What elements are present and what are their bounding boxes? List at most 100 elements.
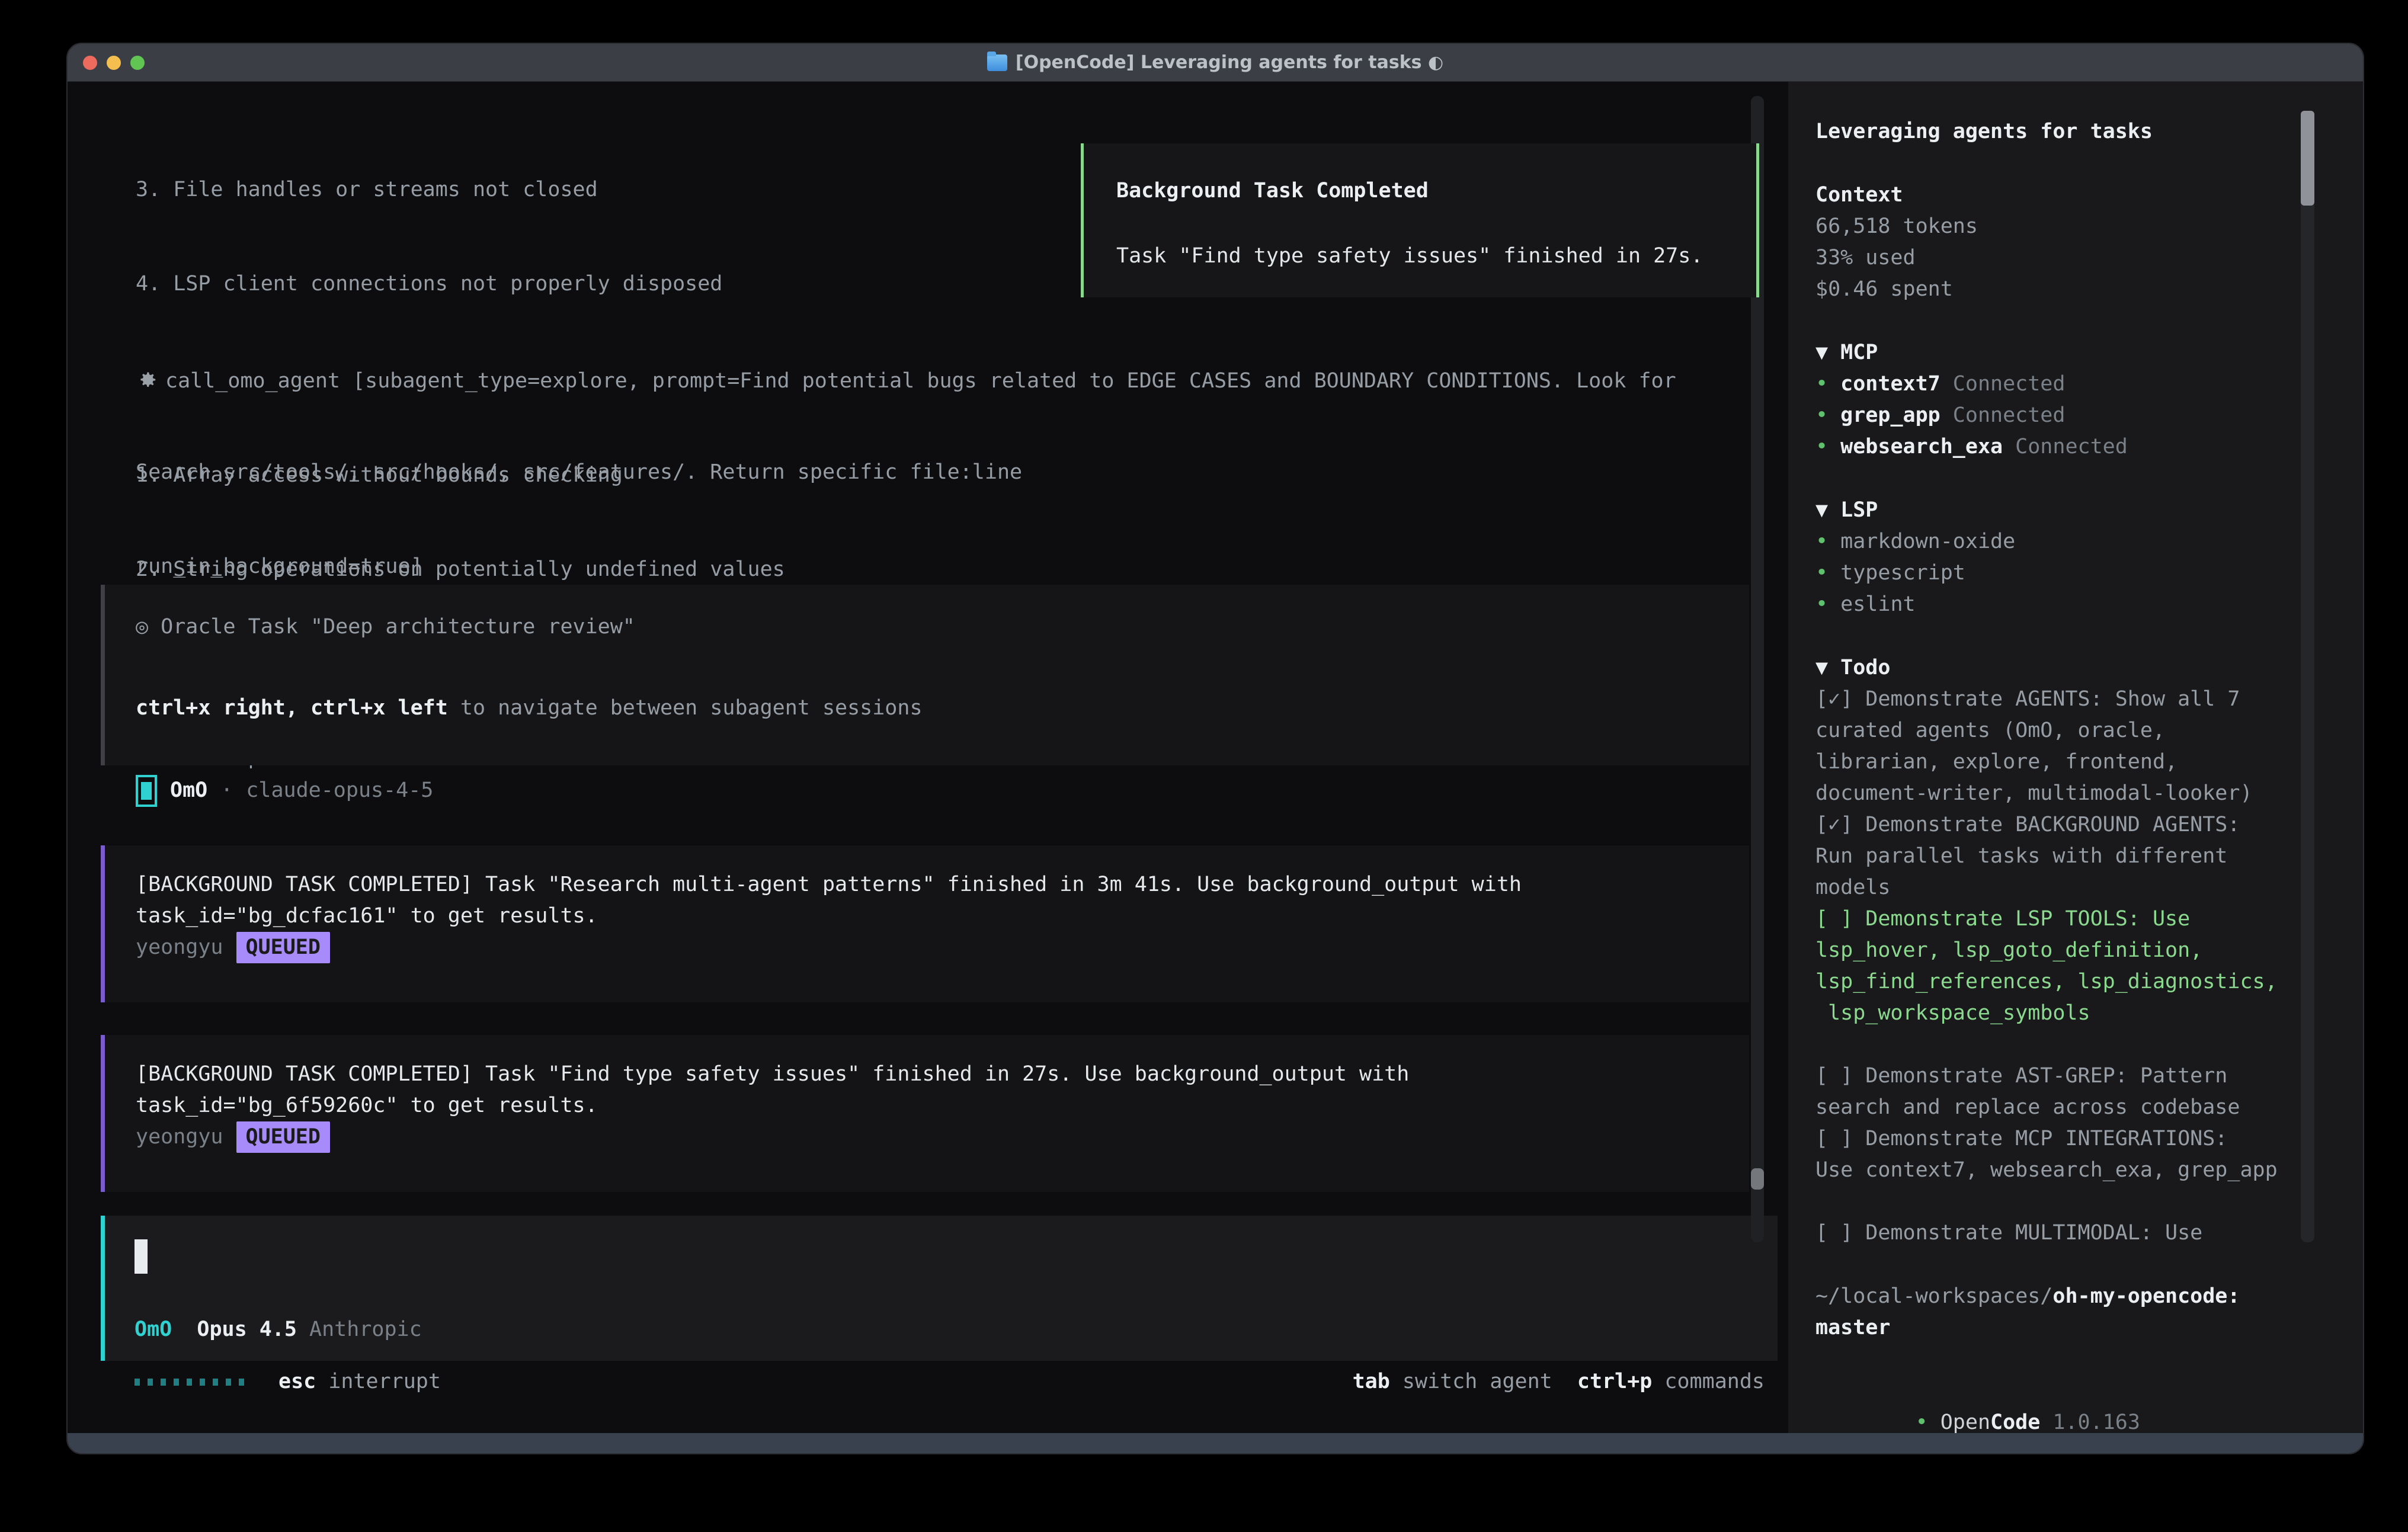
context-spent: $0.46 spent — [1815, 274, 2363, 305]
todo-item-line: lsp_hover, lsp_goto_definition, — [1815, 935, 2363, 966]
status-bar: esc interrupt tab switch agent ctrl+p co… — [68, 1366, 1791, 1398]
esc-key-label: interrupt — [316, 1366, 441, 1398]
context-used: 33% used — [1815, 242, 2363, 274]
bullet-icon: • — [1815, 403, 1828, 427]
mcp-item: • grep_app Connected — [1815, 400, 2363, 431]
input-model-label[interactable]: Opus 4.5 — [197, 1314, 297, 1345]
spinner-dot — [187, 1379, 192, 1386]
input-agent-label[interactable]: OmO — [135, 1314, 172, 1345]
window-bottom-strip — [68, 1433, 2363, 1454]
titlebar[interactable]: [OpenCode] Leveraging agents for tasks ◐ — [68, 44, 2363, 82]
todo-item-line: [ ] Demonstrate LSP TOOLS: Use — [1815, 903, 2363, 935]
mcp-section: ▼ MCP • context7 Connected • grep_app Co… — [1815, 337, 2363, 463]
app-window: [OpenCode] Leveraging agents for tasks ◐… — [66, 43, 2364, 1454]
workspace-path: ~/local-workspaces/oh-my-opencode: — [1815, 1281, 2363, 1312]
task-completed-toast: Background Task Completed Task "Find typ… — [1081, 143, 1759, 297]
ctrlp-key-label: commands — [1652, 1366, 1765, 1398]
bullet-icon: • — [1815, 372, 1828, 396]
oracle-task-title: ◎ Oracle Task "Deep architecture review" — [136, 611, 1749, 643]
bullet-icon: • — [1815, 435, 1828, 459]
todo-item-line: [✓] Demonstrate AGENTS: Show all 7 — [1815, 684, 2363, 715]
tab-key-hint: tab — [1353, 1366, 1390, 1398]
window-title: [OpenCode] Leveraging agents for tasks ◐ — [1016, 52, 1443, 73]
document-icon — [987, 55, 1007, 71]
spinner-dot — [161, 1379, 166, 1386]
spinner-dot — [200, 1379, 205, 1386]
mcp-item: • context7 Connected — [1815, 368, 2363, 400]
workspace-branch: master — [1815, 1312, 2363, 1344]
agent-model: claude-opus-4-5 — [246, 775, 433, 806]
minimize-button[interactable] — [107, 56, 121, 70]
session-sidebar: Leveraging agents for tasks Context 66,5… — [1788, 82, 2363, 1454]
todo-item-line: lsp_find_references, lsp_diagnostics, — [1815, 966, 2363, 998]
session-title: Leveraging agents for tasks — [1815, 116, 2363, 148]
close-button[interactable] — [83, 56, 97, 70]
todo-section-header[interactable]: ▼ Todo — [1815, 652, 2363, 684]
context-heading: Context — [1815, 180, 2363, 211]
lsp-item: • eslint — [1815, 589, 2363, 620]
separator-dot: · — [220, 775, 233, 806]
tool-call-line: 1. Array access without bounds checking — [136, 460, 1676, 491]
sidebar-scrollbar[interactable] — [2301, 111, 2314, 1242]
todo-item-line — [1815, 1186, 2363, 1217]
subagent-nav-hint: ctrl+x right, ctrl+x left to navigate be… — [136, 693, 1749, 724]
sidebar-scrollbar-thumb[interactable] — [2301, 111, 2314, 206]
todo-item-line: [✓] Demonstrate BACKGROUND AGENTS: — [1815, 809, 2363, 841]
mcp-item: • websearch_exa Connected — [1815, 431, 2363, 463]
gear-icon — [136, 368, 158, 391]
spinner-dot — [174, 1379, 179, 1386]
toast-title: Background Task Completed — [1116, 175, 1756, 207]
todo-item-line: librarian, explore, frontend, — [1815, 746, 2363, 778]
lsp-item: • markdown-oxide — [1815, 526, 2363, 557]
input-provider-label: Anthropic — [309, 1314, 422, 1345]
scrollback-line: 4. LSP client connections not properly d… — [136, 268, 1022, 300]
todo-item-line: curated agents (OmO, oracle, — [1815, 715, 2363, 746]
spinner-dot — [239, 1379, 244, 1386]
chat-scrollbar-thumb[interactable] — [1751, 1168, 1764, 1190]
todo-item-line: lsp_workspace_symbols — [1815, 998, 2363, 1029]
tool-call-header-line: call_omo_agent [subagent_type=explore, p… — [136, 366, 1676, 397]
bullet-icon: • — [1916, 1411, 1928, 1434]
scrollback-line: 3. File handles or streams not closed — [136, 174, 1022, 206]
message-author: yeongyu — [136, 1121, 223, 1153]
bullet-icon: • — [1815, 561, 1828, 585]
lsp-section-header[interactable]: ▼ LSP — [1815, 495, 2363, 526]
activity-spinner — [135, 1379, 244, 1386]
lsp-item: • typescript — [1815, 557, 2363, 589]
todo-item-line: [ ] Demonstrate MCP INTEGRATIONS: — [1815, 1123, 2363, 1155]
queued-badge: QUEUED — [236, 1121, 330, 1153]
esc-key-hint: esc — [278, 1366, 316, 1398]
workspace-info: ~/local-workspaces/oh-my-opencode: maste… — [1815, 1281, 2363, 1344]
spinner-dot — [213, 1379, 218, 1386]
background-task-message: [BACKGROUND TASK COMPLETED] Task "Resear… — [101, 845, 1749, 1002]
context-section: Context 66,518 tokens 33% used $0.46 spe… — [1815, 180, 2363, 305]
traffic-lights — [83, 44, 145, 82]
prompt-input[interactable]: OmO Opus 4.5 Anthropic — [101, 1216, 1778, 1361]
todo-item-line: search and replace across codebase — [1815, 1092, 2363, 1123]
toast-body: Task "Find type safety issues" finished … — [1116, 241, 1756, 272]
mcp-section-header[interactable]: ▼ MCP — [1815, 337, 2363, 368]
tool-call-line: 2. String operations on potentially unde… — [136, 554, 1676, 585]
zoom-button[interactable] — [130, 56, 145, 70]
todo-item-line: models — [1815, 872, 2363, 903]
message-line: [BACKGROUND TASK COMPLETED] Task "Resear… — [136, 869, 1749, 900]
queued-badge: QUEUED — [236, 932, 330, 963]
tab-key-label: switch agent — [1390, 1366, 1552, 1398]
lsp-section: ▼ LSP • markdown-oxide • typescript • es… — [1815, 495, 2363, 620]
message-line: task_id="bg_6f59260c" to get results. — [136, 1090, 1749, 1121]
spinner-dot — [135, 1379, 140, 1386]
todo-item-line: Use context7, websearch_exa, grep_app — [1815, 1155, 2363, 1186]
todo-list: [✓] Demonstrate AGENTS: Show all 7curate… — [1815, 684, 2363, 1249]
bullet-icon: • — [1815, 592, 1828, 616]
message-author: yeongyu — [136, 932, 223, 963]
chat-main-pane: 3. File handles or streams not closed 4.… — [68, 82, 1788, 1454]
omo-agent-icon — [136, 775, 157, 807]
window-title-group: [OpenCode] Leveraging agents for tasks ◐ — [987, 52, 1443, 73]
todo-item-line: [ ] Demonstrate MULTIMODAL: Use — [1815, 1217, 2363, 1249]
message-line: [BACKGROUND TASK COMPLETED] Task "Find t… — [136, 1059, 1749, 1090]
spinner-dot — [226, 1379, 231, 1386]
agent-header: OmO · claude-opus-4-5 — [136, 775, 433, 806]
text-cursor — [135, 1239, 148, 1274]
todo-item-line: Run parallel tasks with different — [1815, 841, 2363, 872]
todo-item-line: document-writer, multimodal-looker) — [1815, 778, 2363, 809]
